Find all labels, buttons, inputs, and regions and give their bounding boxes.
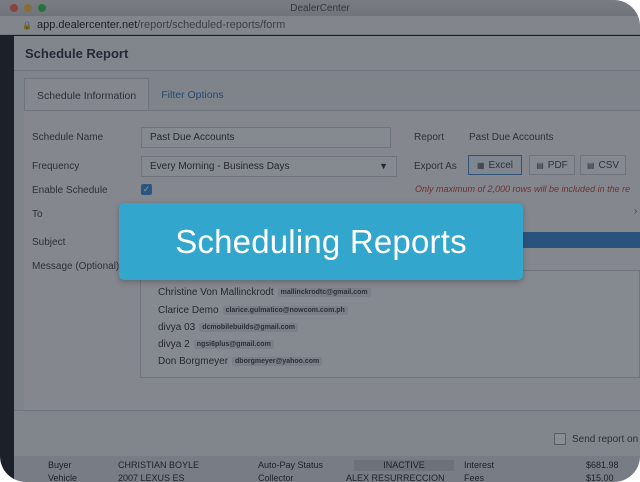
dialog-footer: Send report on save (14, 410, 640, 457)
frequency-label: Frequency (32, 161, 80, 172)
status-badge: INACTIVE (354, 460, 454, 471)
message-label: Message (Optional) (32, 261, 120, 272)
export-excel-button[interactable]: ▦ Excel (468, 155, 522, 175)
recipient-name: Don Borgmeyer (158, 356, 229, 367)
recipient-email: dborgmeyer@yahoo.com (232, 356, 323, 366)
banner-text: Scheduling Reports (175, 222, 467, 260)
recipient-name: divya 03 (158, 322, 196, 333)
recipient-item: divya 03 dcmobilebuilds@gmail.com (158, 322, 299, 333)
minimize-window-button[interactable] (24, 4, 32, 12)
frequency-select[interactable]: Every Morning - Business Days ▼ (141, 156, 397, 177)
tab-bar: Schedule Information Filter Options (24, 78, 236, 111)
report-value: Past Due Accounts (469, 132, 554, 143)
recipient-email: dcmobilebuilds@gmail.com (199, 322, 299, 332)
table-cell: $681.98 (586, 460, 619, 470)
send-on-save-checkbox[interactable] (554, 433, 566, 445)
title-bar: DealerCenter (0, 0, 640, 16)
table-cell: Interest (464, 460, 495, 470)
recipient-email: clarice.gulmatico@nowcom.com.ph (222, 305, 348, 315)
export-as-label: Export As (414, 161, 457, 172)
export-pdf-label: PDF (547, 159, 568, 171)
csv-icon: ▤ (586, 160, 595, 170)
recipient-item: divya 2 ngsi6plus@gmail.com (158, 339, 274, 350)
recipient-item: Don Borgmeyer dborgmeyer@yahoo.com (158, 356, 323, 367)
export-pdf-button[interactable]: ▤ PDF (529, 155, 575, 175)
recipient-name: Christine Von Mallinckrodt (158, 287, 274, 298)
schedule-name-input[interactable]: Past Due Accounts (141, 127, 391, 148)
send-on-save-option[interactable]: Send report on save (554, 433, 640, 445)
table-cell: Auto-Pay Status (258, 460, 324, 470)
recipient-item: Clarice Demo clarice.gulmatico@nowcom.com… (158, 305, 348, 316)
subject-label: Subject (32, 237, 66, 248)
zoom-window-button[interactable] (38, 4, 46, 12)
recipient-name: divya 2 (158, 339, 190, 350)
app-window: DealerCenter 🔒 app.dealercenter.net /rep… (0, 0, 640, 482)
recipient-item: Christine Von Mallinckrodt mallinckrodtc@… (158, 287, 371, 298)
table-cell: Collector (258, 473, 294, 482)
window-title: DealerCenter (290, 2, 350, 14)
title-banner: Scheduling Reports (119, 203, 523, 280)
export-csv-button[interactable]: ▤ CSV (580, 155, 626, 175)
background-account-table: Buyer CHRISTIAN BOYLE Auto-Pay Status IN… (14, 456, 640, 482)
excel-icon: ▦ (476, 160, 485, 170)
enable-schedule-label: Enable Schedule (32, 185, 108, 196)
table-cell: $15.00 (586, 473, 614, 482)
recipient-name: Clarice Demo (158, 305, 219, 316)
recipient-email: ngsi6plus@gmail.com (193, 339, 274, 349)
window-controls (10, 4, 46, 12)
table-cell: Vehicle (48, 473, 78, 482)
lock-icon: 🔒 (22, 20, 32, 30)
tab-schedule-information[interactable]: Schedule Information (24, 78, 150, 111)
export-excel-label: Excel (488, 159, 513, 171)
table-cell: ALEX RESURRECCION (346, 473, 445, 482)
to-label: To (32, 209, 43, 220)
table-cell: CHRISTIAN BOYLE (118, 460, 200, 470)
report-label: Report (414, 132, 445, 143)
pdf-icon: ▤ (536, 160, 544, 170)
send-on-save-label: Send report on save (572, 433, 640, 445)
url-path: /report/scheduled-reports/form (137, 19, 286, 31)
tab-filter-options[interactable]: Filter Options (149, 78, 235, 110)
table-cell: Fees (464, 473, 485, 482)
url-host: app.dealercenter.net (36, 19, 138, 31)
address-bar[interactable]: 🔒 app.dealercenter.net /report/scheduled… (0, 16, 640, 35)
chevron-down-icon: ▼ (379, 161, 388, 171)
export-csv-label: CSV (598, 159, 620, 171)
dialog-title: Schedule Report (14, 36, 640, 71)
table-cell: Buyer (48, 460, 72, 470)
enable-schedule-checkbox[interactable]: ✓ (141, 184, 152, 195)
close-window-button[interactable] (10, 4, 18, 12)
clear-to-icon[interactable]: › (634, 206, 637, 217)
schedule-name-label: Schedule Name (32, 132, 104, 143)
recipient-email: mallinckrodtc@gmail.com (277, 287, 371, 297)
frequency-value: Every Morning - Business Days (150, 161, 290, 172)
table-cell: 2007 LEXUS ES (118, 473, 185, 482)
row-limit-warning: Only maximum of 2,000 rows will be inclu… (415, 184, 631, 194)
